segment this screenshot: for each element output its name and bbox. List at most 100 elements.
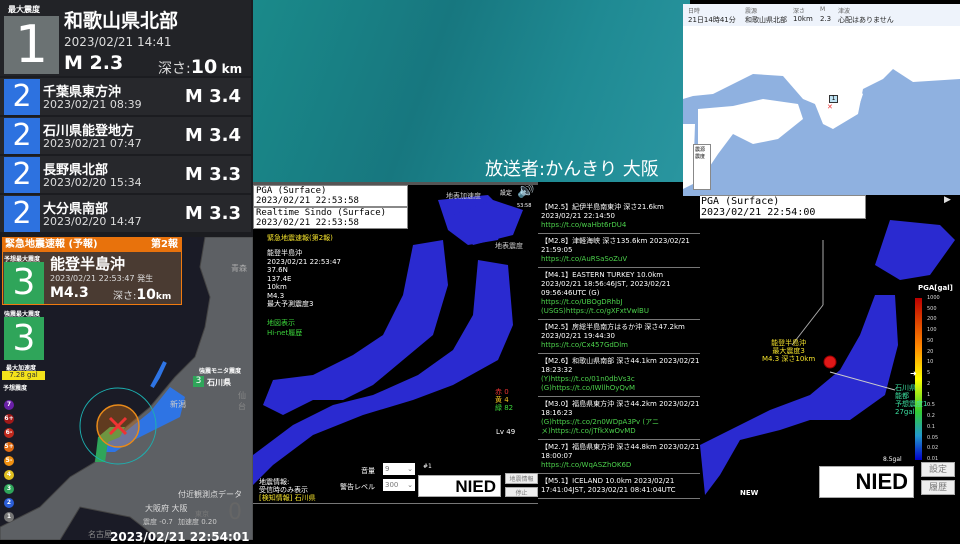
tweet-link[interactable]: (Y)https://t.co/01n0dbVs3c	[541, 375, 701, 384]
intensity-marker: 1	[829, 95, 838, 103]
col-depth: 10km	[793, 15, 813, 23]
pga-legend-tick: 20	[927, 348, 934, 355]
epicenter-marker	[823, 355, 837, 369]
history-row[interactable]: 2 大分県南部 2023/02/20 14:47 M 3.3	[0, 195, 251, 232]
eew-info-line: 2023/02/21 22:53:47	[267, 257, 342, 266]
eew-info-line: 能登半島沖	[267, 249, 302, 257]
tweet-link[interactable]: https://t.co/Cx457GdDlm	[541, 341, 701, 350]
pga-title-box: PGA (Surface) 2023/02/21 22:53:58	[253, 185, 408, 207]
eew-depth-label: 深さ:	[113, 291, 137, 302]
eew-depth-unit: km	[155, 292, 172, 302]
col-datetime: 21日14時41分	[688, 16, 736, 24]
tweet-item[interactable]: 【M2.7】福島県東方沖 深さ44.8km 2023/02/21 18:00:0…	[538, 440, 703, 474]
depth-value: 10	[190, 56, 218, 78]
history-datetime: 2023/02/20 15:34	[43, 176, 142, 189]
speaker-icon[interactable]: 🔊	[517, 185, 534, 199]
quake-tweet-list[interactable]: 【M2.5】紀伊半島南東沖 深さ21.6km 2023/02/21 22:14:…	[538, 200, 703, 500]
tweet-text: 【M2.5】紀伊半島南東沖 深さ21.6km 2023/02/21 22:14:…	[541, 203, 664, 220]
warn-level-select[interactable]: 300 ⌄	[383, 479, 415, 491]
level-value: Lv 49	[496, 428, 516, 436]
history-datetime: 2023/02/21 07:47	[43, 137, 142, 150]
latest-region: 和歌山県北部	[64, 10, 179, 32]
latest-intensity-badge: 1	[4, 16, 59, 74]
tweet-item[interactable]: 【M2.5】紀伊半島南東沖 深さ21.6km 2023/02/21 22:14:…	[538, 200, 703, 234]
accel-map-label: 地表加速度	[446, 192, 481, 200]
tweet-link[interactable]: https://t.co/waHbt6rDU4	[541, 221, 701, 230]
eew-depth: 深さ:10km	[113, 287, 171, 303]
tweet-link[interactable]: https://t.co/UBOgDRhbJ	[541, 298, 701, 307]
nearby-title: 付近観測点データ	[178, 490, 242, 499]
tweet-link[interactable]: (USGS)https://t.co/gXFxtVwlBU	[541, 307, 701, 316]
volume-select[interactable]: 9 ⌄	[383, 463, 415, 475]
tweet-text: 【M4.1】EASTERN TURKEY 10.0km 2023/02/21 1…	[541, 271, 671, 297]
warn-level-value: 300	[385, 481, 399, 489]
eew-info-lines: 能登半島沖 2023/02/21 22:53:47 37.6N 137.4E 10km M…	[267, 249, 341, 309]
nied-logo: NIED	[819, 466, 914, 498]
tweet-link[interactable]: (G)https://t.co/2n0WDpA3Pv (アニメ)https://…	[541, 418, 701, 436]
station-line: 予想震度1	[895, 400, 928, 408]
eew-title: 緊急地震速報 (予報)	[5, 239, 98, 250]
nearby-big-intensity: 0	[228, 500, 242, 525]
max-intensity-label: 最大震度	[8, 5, 40, 14]
monitor-pref: 石川県	[207, 378, 231, 387]
tweet-link[interactable]: (G)https://t.co/IWllhOyQvM	[541, 384, 701, 393]
play-icon[interactable]: ▶	[944, 195, 951, 205]
map-display-link[interactable]: 地図表示	[267, 319, 295, 328]
tweet-link[interactable]: https://t.co/AuRSaSoZuV	[541, 255, 701, 264]
tweet-item[interactable]: 【M5.1】ICELAND 10.0km 2023/02/21 17:41:04…	[538, 474, 703, 499]
eew-info-title: 緊急地震速報(第2報)	[267, 234, 333, 242]
tweet-item[interactable]: 【M2.6】和歌山県南部 深さ44.1km 2023/02/21 18:23:3…	[538, 354, 703, 397]
latest-magnitude: M 2.3	[64, 52, 124, 74]
instance-number: #1	[423, 463, 432, 470]
pga-legend-tick: 2	[927, 380, 931, 387]
pred-intensity-badge: 3	[4, 262, 44, 304]
pga-legend-tick: 10	[927, 359, 934, 366]
jma-info-map[interactable]: 日時 21日14時41分 震源 和歌山県北部 深さ 10km M 2.3 津波 心配はあり…	[683, 4, 960, 196]
detection-alert: [検知情報] 石川県	[259, 494, 316, 502]
map-label-niigata: 新潟	[170, 400, 186, 409]
land-shikoku	[698, 99, 803, 169]
pga2-title-box: PGA (Surface) 2023/02/21 22:54:00	[700, 195, 866, 219]
scale-item-2: 6-	[4, 428, 14, 438]
warn-level-label: 警告レベル	[340, 483, 375, 491]
latest-depth: 深さ:10 km	[158, 56, 242, 78]
settings-button[interactable]: 設定	[921, 462, 955, 477]
quake-info-button[interactable]: 地震情報	[505, 473, 538, 484]
sindo-title: Realtime Sindo (Surface)	[256, 208, 387, 218]
tweet-item[interactable]: 【M2.5】房総半島南方はるか沖 深さ47.2km 2023/02/21 19:…	[538, 320, 703, 354]
eew-info-line: 最大予測震度3	[267, 300, 314, 308]
history-button[interactable]: 履歴	[921, 480, 955, 495]
tweet-link[interactable]: https://t.co/WqASZhOK6D	[541, 461, 701, 470]
divider	[253, 503, 538, 504]
tweet-item[interactable]: 【M2.8】津軽海峡 深さ135.6km 2023/02/21 21:59:05…	[538, 234, 703, 268]
pga-legend-tick: 5	[927, 370, 931, 377]
receive-only-label: 受信時のみ表示	[259, 486, 308, 494]
hinet-history-link[interactable]: Hi-net履歴	[267, 328, 302, 338]
tweet-item[interactable]: 【M4.1】EASTERN TURKEY 10.0km 2023/02/21 1…	[538, 268, 703, 320]
depth-unit: km	[221, 62, 243, 76]
current-pga: 8.5gal	[883, 456, 902, 463]
station-line: 能都	[895, 392, 909, 400]
monitor-label: 強震モニタ震度	[199, 368, 242, 375]
callout-line: 能登半島沖	[771, 339, 807, 347]
eew-info-line: 37.6N	[267, 266, 288, 274]
tweet-text: 【M5.1】ICELAND 10.0km 2023/02/21 17:41:04…	[541, 477, 676, 494]
chevron-down-icon: ⌄	[407, 481, 413, 489]
col-tsunami-label: 津波	[838, 8, 851, 15]
nearby-station: 大阪府 大阪	[145, 504, 188, 513]
tweet-item[interactable]: 【M3.0】福島県東方沖 深さ44.2km 2023/02/21 18:16:2…	[538, 397, 703, 440]
settings-link[interactable]: 設定	[500, 188, 512, 197]
callout-line: 最大震度3	[772, 347, 805, 355]
stop-button[interactable]: 停止	[505, 487, 538, 497]
history-row[interactable]: 2 石川県能登地方 2023/02/21 07:47 M 3.4	[0, 117, 251, 154]
history-intensity-badge: 2	[4, 196, 40, 232]
history-row[interactable]: 2 長野県北部 2023/02/20 15:34 M 3.3	[0, 156, 251, 193]
eew-header: 緊急地震速報 (予報) 第2報	[2, 237, 182, 252]
history-datetime: 2023/02/21 08:39	[43, 98, 142, 111]
history-row[interactable]: 2 千葉県東方沖 2023/02/21 08:39 M 3.4	[0, 78, 251, 115]
pga-legend-tick: 0.02	[927, 445, 939, 452]
pga-time: 2023/02/21 22:53:58	[256, 196, 359, 206]
latest-quake[interactable]: 最大震度 1 和歌山県北部 2023/02/21 14:41 M 2.3 深さ:…	[0, 0, 251, 78]
pga-legend-title: PGA[gal]	[918, 284, 953, 292]
station-callout: 石川県 能都 予想震度1 27gal	[895, 384, 927, 416]
